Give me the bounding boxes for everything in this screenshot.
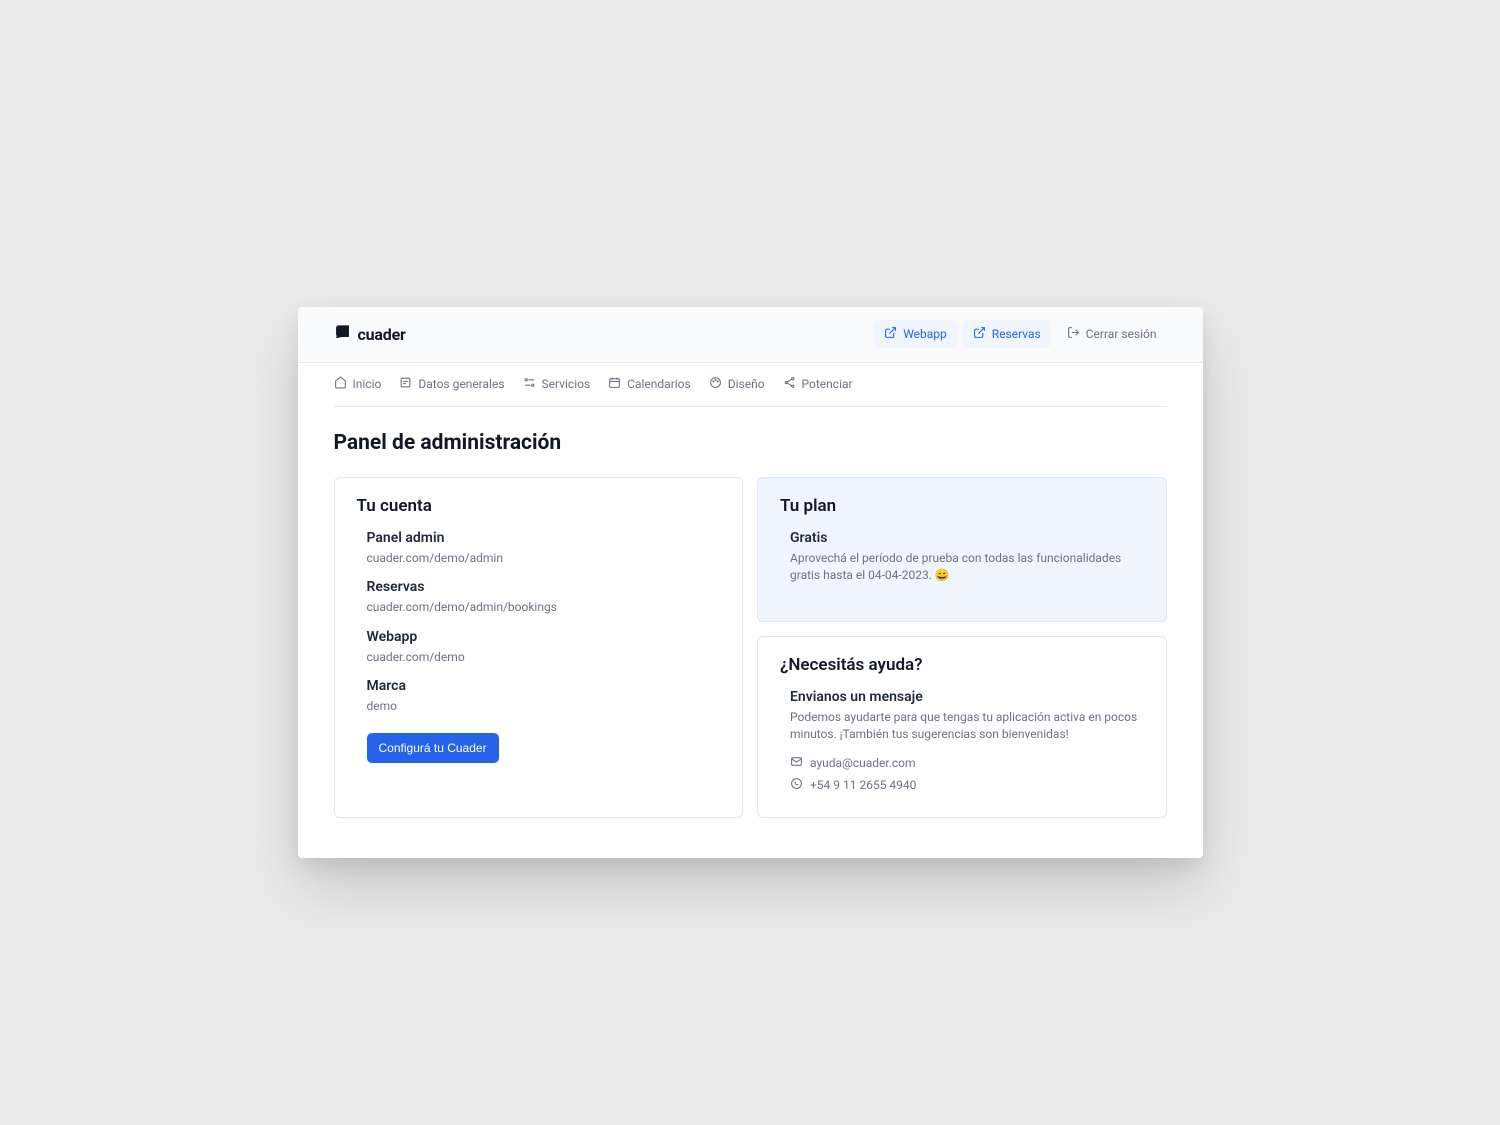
whatsapp-icon [790,777,803,793]
account-item-marca: Marca demo [367,678,721,715]
home-icon [334,376,347,392]
tab-datos-generales[interactable]: Datos generales [399,376,504,392]
configure-button[interactable]: Configurá tu Cuader [367,733,499,763]
reservas-link[interactable]: Reservas [963,320,1051,348]
webapp-link[interactable]: Webapp [874,320,957,348]
form-icon [399,376,412,392]
share-icon [783,376,796,392]
item-url[interactable]: cuader.com/demo/admin [367,550,721,567]
tab-label: Inicio [353,377,382,391]
item-url[interactable]: cuader.com/demo [367,649,721,666]
help-email-text: ayuda@cuader.com [810,756,916,770]
tab-diseno[interactable]: Diseño [709,376,765,392]
account-item-reservas: Reservas cuader.com/demo/admin/bookings [367,579,721,616]
mail-icon [790,755,803,771]
palette-icon [709,376,722,392]
account-item-webapp: Webapp cuader.com/demo [367,629,721,666]
item-label: Webapp [367,629,721,645]
help-desc: Podemos ayudarte para que tengas tu apli… [790,709,1144,744]
account-item-panel: Panel admin cuader.com/demo/admin [367,530,721,567]
top-actions: Webapp Reservas Cerrar sesión [874,320,1166,348]
tab-label: Servicios [542,377,591,391]
logout-link-label: Cerrar sesión [1086,327,1157,341]
page-title: Panel de administración [334,431,1167,455]
tab-inicio[interactable]: Inicio [334,376,382,392]
tabs: Inicio Datos generales Servicios Calenda… [298,363,1203,407]
webapp-link-label: Webapp [903,327,947,341]
plan-name: Gratis [790,530,1144,546]
reservas-link-label: Reservas [992,327,1041,341]
card-ayuda: ¿Necesitás ayuda? Envianos un mensaje Po… [757,636,1167,819]
item-label: Panel admin [367,530,721,546]
card-tu-plan: Tu plan Gratis Aprovechá el período de p… [757,477,1167,622]
page-content: Panel de administración Tu cuenta Panel … [298,407,1203,859]
logout-icon [1067,326,1080,342]
sliders-icon [523,376,536,392]
plan-desc: Aprovechá el período de prueba con todas… [790,550,1144,585]
external-link-icon [973,326,986,342]
help-phone-text: +54 9 11 2655 4940 [810,778,916,792]
tab-label: Potenciar [802,377,853,391]
plan-item: Gratis Aprovechá el período de prueba co… [790,530,1144,585]
card-tu-cuenta: Tu cuenta Panel admin cuader.com/demo/ad… [334,477,744,819]
brand-text: cuader [358,325,406,344]
logout-link[interactable]: Cerrar sesión [1057,320,1167,348]
item-label: Marca [367,678,721,694]
help-heading: Envianos un mensaje [790,689,1144,705]
tab-label: Calendarios [627,377,691,391]
book-icon [334,324,351,345]
app-window: cuader Webapp Reservas Cerrar sesión [298,307,1203,859]
tab-label: Diseño [728,377,765,391]
tab-servicios[interactable]: Servicios [523,376,591,392]
brand[interactable]: cuader [334,324,406,345]
card-title: Tu plan [780,496,1144,516]
help-phone[interactable]: +54 9 11 2655 4940 [790,777,1144,793]
item-value: demo [367,698,721,715]
item-url[interactable]: cuader.com/demo/admin/bookings [367,599,721,616]
tab-potenciar[interactable]: Potenciar [783,376,853,392]
card-title: Tu cuenta [357,496,721,516]
calendar-icon [608,376,621,392]
help-email[interactable]: ayuda@cuader.com [790,755,1144,771]
topbar: cuader Webapp Reservas Cerrar sesión [298,307,1203,363]
tab-calendarios[interactable]: Calendarios [608,376,691,392]
external-link-icon [884,326,897,342]
item-label: Reservas [367,579,721,595]
help-item: Envianos un mensaje Podemos ayudarte par… [790,689,1144,744]
tab-label: Datos generales [418,377,504,391]
card-title: ¿Necesitás ayuda? [780,655,1144,675]
